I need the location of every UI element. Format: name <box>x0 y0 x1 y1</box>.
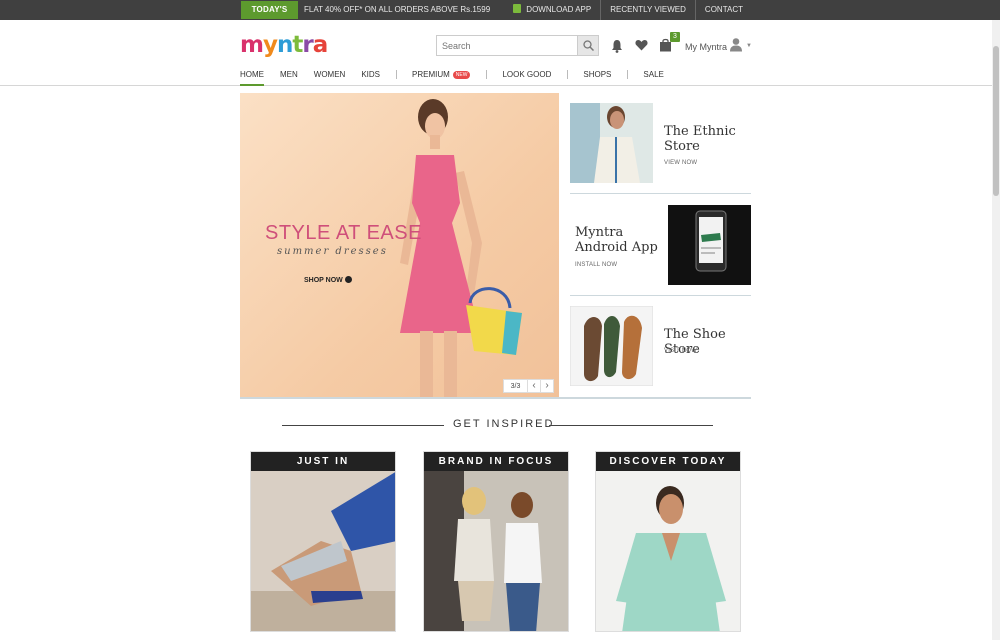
user-icon[interactable] <box>729 37 743 52</box>
top-links: DOWNLOAD APP RECENTLY VIEWED CONTACT <box>504 0 752 20</box>
nav-men[interactable]: MEN <box>280 69 298 86</box>
header: myntra 3 My Myntra ▼ HOME MEN WOMEN KIDS… <box>0 20 1000 86</box>
get-inspired-title: GET INSPIRED <box>453 418 555 430</box>
shoe-store-image <box>570 306 653 386</box>
nav-home[interactable]: HOME <box>240 69 264 86</box>
promo-app-title: Myntra Android App <box>575 225 658 255</box>
promo-ethnic-store[interactable]: The Ethnic Store VIEW NOW <box>570 93 751 194</box>
nav-women[interactable]: WOMEN <box>314 69 346 86</box>
promo-shoe-store[interactable]: The Shoe Store VISIT NOW <box>570 297 751 397</box>
nav-look-good[interactable]: LOOK GOOD <box>502 69 551 86</box>
heart-icon[interactable] <box>635 39 648 51</box>
card-just-in[interactable]: JUST IN <box>250 451 396 632</box>
hero-title: STYLE AT EASE <box>265 222 422 244</box>
android-app-image <box>668 205 751 285</box>
promo-android-app[interactable]: Myntra Android App INSTALL NOW <box>570 195 751 296</box>
nav-premium[interactable]: PREMIUM NEW <box>412 69 471 86</box>
discover-today-image <box>596 471 740 631</box>
carousel-prev-button[interactable]: ‹ <box>528 379 541 393</box>
section-divider <box>240 397 751 399</box>
android-icon <box>513 4 522 13</box>
just-in-image <box>251 471 395 631</box>
hero-banner[interactable]: STYLE AT EASE summer dresses SHOP NOW 3/… <box>240 93 559 398</box>
new-badge: NEW <box>452 71 471 79</box>
nav-divider <box>567 70 569 79</box>
chevron-down-icon[interactable]: ▼ <box>746 43 752 49</box>
promo-app-link[interactable]: INSTALL NOW <box>575 262 617 268</box>
page-scrollbar[interactable] <box>992 20 1000 640</box>
recently-viewed-link[interactable]: RECENTLY VIEWED <box>600 0 695 20</box>
card-brand-in-focus-title: BRAND IN FOCUS <box>424 452 568 471</box>
hero-subtitle: summer dresses <box>277 246 388 257</box>
search-box <box>436 35 599 56</box>
search-input[interactable] <box>437 36 577 56</box>
promo-app-title-line1: Myntra <box>575 225 624 240</box>
scrollbar-thumb[interactable] <box>993 46 999 196</box>
ethnic-store-image <box>570 103 653 183</box>
todays-offer-tag[interactable]: TODAY'S OFFER <box>241 1 298 32</box>
promo-app-title-line2: Android App <box>575 240 658 255</box>
nav-divider <box>486 70 488 79</box>
nav-premium-label: PREMIUM <box>412 70 450 79</box>
download-app-label: DOWNLOAD APP <box>526 5 592 14</box>
nav-shops[interactable]: SHOPS <box>583 69 611 86</box>
main-nav: HOME MEN WOMEN KIDS PREMIUM NEW LOOK GOOD… <box>240 69 680 86</box>
promo-ethnic-title: The Ethnic Store <box>664 124 736 154</box>
promo-ethnic-title-line1: The Ethnic <box>664 124 736 139</box>
nav-sale[interactable]: SALE <box>643 69 663 86</box>
card-just-in-title: JUST IN <box>251 452 395 471</box>
offer-text[interactable]: FLAT 40% OFF* ON ALL ORDERS ABOVE Rs.159… <box>304 0 490 20</box>
page: TODAY'S OFFER FLAT 40% OFF* ON ALL ORDER… <box>0 0 1000 640</box>
my-myntra-link[interactable]: My Myntra <box>685 42 727 52</box>
inspired-line-right <box>549 425 713 426</box>
contact-link[interactable]: CONTACT <box>694 0 752 20</box>
promo-ethnic-title-line2: Store <box>664 139 700 154</box>
shop-now-label: SHOP NOW <box>304 277 343 284</box>
card-discover-today-title: DISCOVER TODAY <box>596 452 740 471</box>
download-app-link[interactable]: DOWNLOAD APP <box>504 0 600 20</box>
bell-icon[interactable] <box>611 39 623 53</box>
search-button[interactable] <box>577 36 598 55</box>
card-brand-in-focus[interactable]: BRAND IN FOCUS <box>423 451 569 632</box>
shop-now-button[interactable]: SHOP NOW <box>304 276 352 284</box>
brand-in-focus-image <box>424 471 568 631</box>
myntra-logo[interactable]: myntra <box>240 32 328 58</box>
nav-kids[interactable]: KIDS <box>361 69 380 86</box>
promo-ethnic-link[interactable]: VIEW NOW <box>664 160 697 166</box>
nav-divider <box>627 70 629 79</box>
nav-divider <box>396 70 398 79</box>
top-bar: TODAY'S OFFER FLAT 40% OFF* ON ALL ORDER… <box>0 0 1000 32</box>
arrow-circle-icon <box>344 276 352 283</box>
search-icon <box>583 40 594 51</box>
promo-shoe-link[interactable]: VISIT NOW <box>664 348 697 354</box>
card-discover-today[interactable]: DISCOVER TODAY <box>595 451 741 632</box>
carousel-count: 3/3 <box>503 379 528 393</box>
bag-count-badge: 3 <box>670 32 680 42</box>
carousel-pager: 3/3 ‹ › <box>503 379 554 393</box>
carousel-next-button[interactable]: › <box>541 379 554 393</box>
inspired-line-left <box>282 425 444 426</box>
